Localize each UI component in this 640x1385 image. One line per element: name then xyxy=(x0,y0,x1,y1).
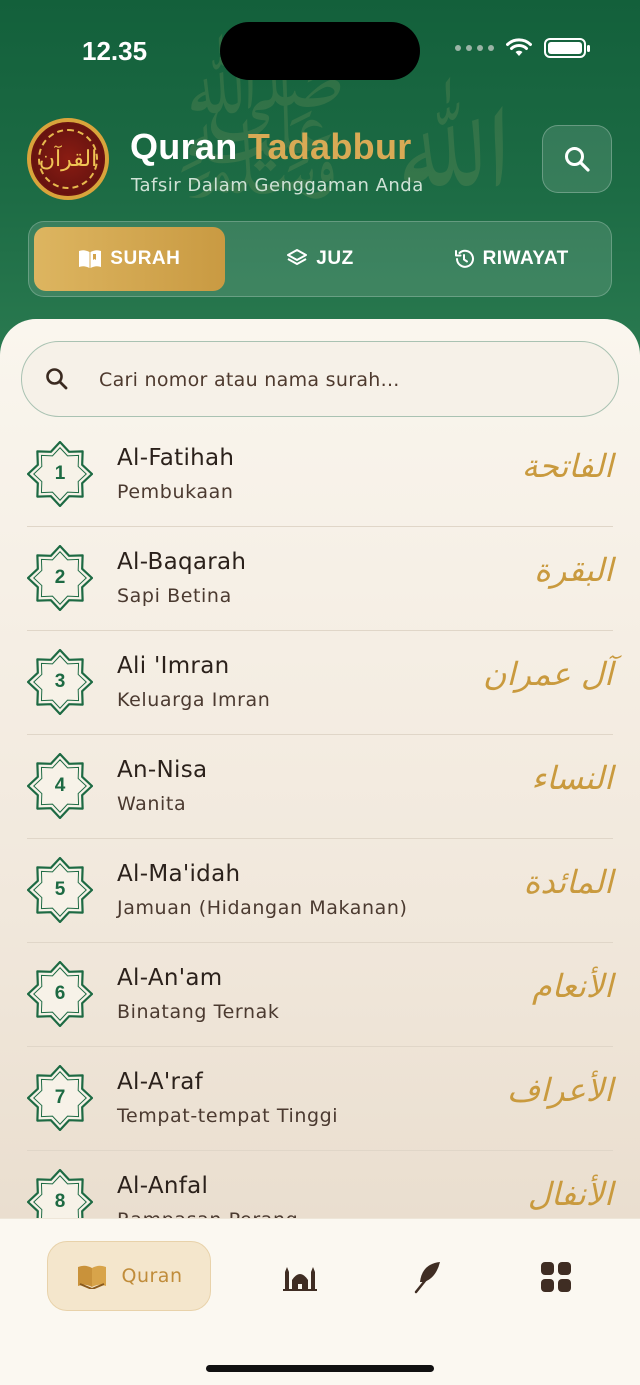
wifi-icon xyxy=(506,38,532,56)
surah-arabic-name: البقرة xyxy=(534,551,613,589)
surah-row[interactable]: 2 Al-Baqarah Sapi Betina البقرة xyxy=(27,527,613,631)
surah-number: 3 xyxy=(54,671,66,692)
nav-quran-label: Quran xyxy=(121,1265,183,1287)
surah-name: Al-Ma'idah xyxy=(117,861,241,887)
quran-icon xyxy=(77,1265,106,1289)
nav-tafsir[interactable] xyxy=(408,1257,448,1297)
feather-icon xyxy=(414,1262,440,1294)
surah-meaning: Sapi Betina xyxy=(117,585,232,607)
search-icon xyxy=(46,368,68,390)
status-time: 12.35 xyxy=(82,36,148,66)
surah-row[interactable]: 7 Al-A'raf Tempat-tempat Tinggi الأعراف xyxy=(27,1047,613,1151)
surah-arabic-name: آل عمران xyxy=(483,655,613,693)
logo-calligraphy: القرآن xyxy=(38,129,98,189)
surah-meaning: Keluarga Imran xyxy=(117,689,271,711)
tab-riwayat-label: RIWAYAT xyxy=(482,248,569,269)
surah-number-badge: 1 xyxy=(27,441,93,507)
surah-list: 1 Al-Fatihah Pembukaan الفاتحة 2 Al-Baqarah Sa… xyxy=(0,423,640,1255)
surah-row[interactable]: 6 Al-An'am Binatang Ternak الأنعام xyxy=(27,943,613,1047)
battery-icon xyxy=(544,38,590,58)
nav-mosque[interactable] xyxy=(280,1257,320,1297)
app-title-main: Quran xyxy=(130,126,238,167)
surah-row[interactable]: 3 Ali 'Imran Keluarga Imran آل عمران xyxy=(27,631,613,735)
search-placeholder: Cari nomor atau nama surah... xyxy=(99,369,400,391)
surah-name: Al-Baqarah xyxy=(117,549,247,575)
surah-number: 7 xyxy=(54,1087,66,1108)
tab-juz[interactable]: JUZ xyxy=(225,227,416,291)
surah-number-badge: 5 xyxy=(27,857,93,923)
surah-number-badge: 4 xyxy=(27,753,93,819)
surah-arabic-name: الأعراف xyxy=(507,1071,613,1109)
tab-surah-label: SURAH xyxy=(110,248,181,269)
surah-name: Ali 'Imran xyxy=(117,653,230,679)
tab-juz-label: JUZ xyxy=(316,248,354,269)
tab-bar: SURAH JUZ RIWAYAT xyxy=(28,221,612,297)
search-button[interactable] xyxy=(542,125,612,193)
app-subtitle: Tafsir Dalam Genggaman Anda xyxy=(131,175,424,196)
layers-icon xyxy=(287,249,308,265)
surah-arabic-name: النساء xyxy=(531,759,613,797)
grid-icon xyxy=(541,1262,571,1292)
surah-arabic-name: الفاتحة xyxy=(521,447,613,485)
surah-number-badge: 3 xyxy=(27,649,93,715)
tab-surah[interactable]: SURAH xyxy=(34,227,225,291)
status-icons xyxy=(455,38,590,58)
tab-riwayat[interactable]: RIWAYAT xyxy=(415,227,606,291)
surah-name: Al-Anfal xyxy=(117,1173,209,1199)
surah-number: 4 xyxy=(54,775,66,796)
app-title: Quran Tadabbur xyxy=(130,126,412,168)
surah-arabic-name: الأنعام xyxy=(531,967,613,1005)
book-icon xyxy=(79,250,102,268)
app-header: ﷲ ﷺ 12.35 القرآن Quran Tadabbur Tafsir D… xyxy=(0,0,640,360)
surah-number: 5 xyxy=(54,879,66,900)
bottom-navigation: Quran xyxy=(0,1218,640,1385)
surah-number-badge: 7 xyxy=(27,1065,93,1131)
surah-meaning: Wanita xyxy=(117,793,187,815)
surah-row[interactable]: 5 Al-Ma'idah Jamuan (Hidangan Makanan) الما… xyxy=(27,839,613,943)
surah-number-badge: 6 xyxy=(27,961,93,1027)
surah-number: 1 xyxy=(54,463,66,484)
surah-arabic-name: الأنفال xyxy=(527,1175,613,1213)
surah-number: 2 xyxy=(54,567,66,588)
surah-row[interactable]: 1 Al-Fatihah Pembukaan الفاتحة xyxy=(27,423,613,527)
surah-meaning: Tempat-tempat Tinggi xyxy=(117,1105,339,1127)
nav-menu[interactable] xyxy=(536,1257,576,1297)
app-logo: القرآن xyxy=(27,118,109,200)
surah-name: Al-Fatihah xyxy=(117,445,235,471)
surah-name: An-Nisa xyxy=(117,757,208,783)
surah-meaning: Binatang Ternak xyxy=(117,1001,280,1023)
signal-icon xyxy=(455,45,494,51)
nav-quran[interactable]: Quran xyxy=(47,1241,211,1311)
surah-name: Al-An'am xyxy=(117,965,223,991)
surah-meaning: Pembukaan xyxy=(117,481,234,503)
search-icon xyxy=(565,147,590,172)
surah-arabic-name: المائدة xyxy=(523,863,613,901)
search-input[interactable]: Cari nomor atau nama surah... xyxy=(21,341,619,417)
surah-meaning: Jamuan (Hidangan Makanan) xyxy=(117,897,408,919)
mosque-icon xyxy=(283,1267,317,1291)
app-title-accent: Tadabbur xyxy=(247,126,412,167)
surah-number-badge: 2 xyxy=(27,545,93,611)
surah-number: 6 xyxy=(54,983,66,1004)
surah-name: Al-A'raf xyxy=(117,1069,204,1095)
dynamic-island xyxy=(220,22,420,80)
history-icon xyxy=(454,249,474,268)
home-indicator xyxy=(206,1365,434,1372)
surah-row[interactable]: 4 An-Nisa Wanita النساء xyxy=(27,735,613,839)
